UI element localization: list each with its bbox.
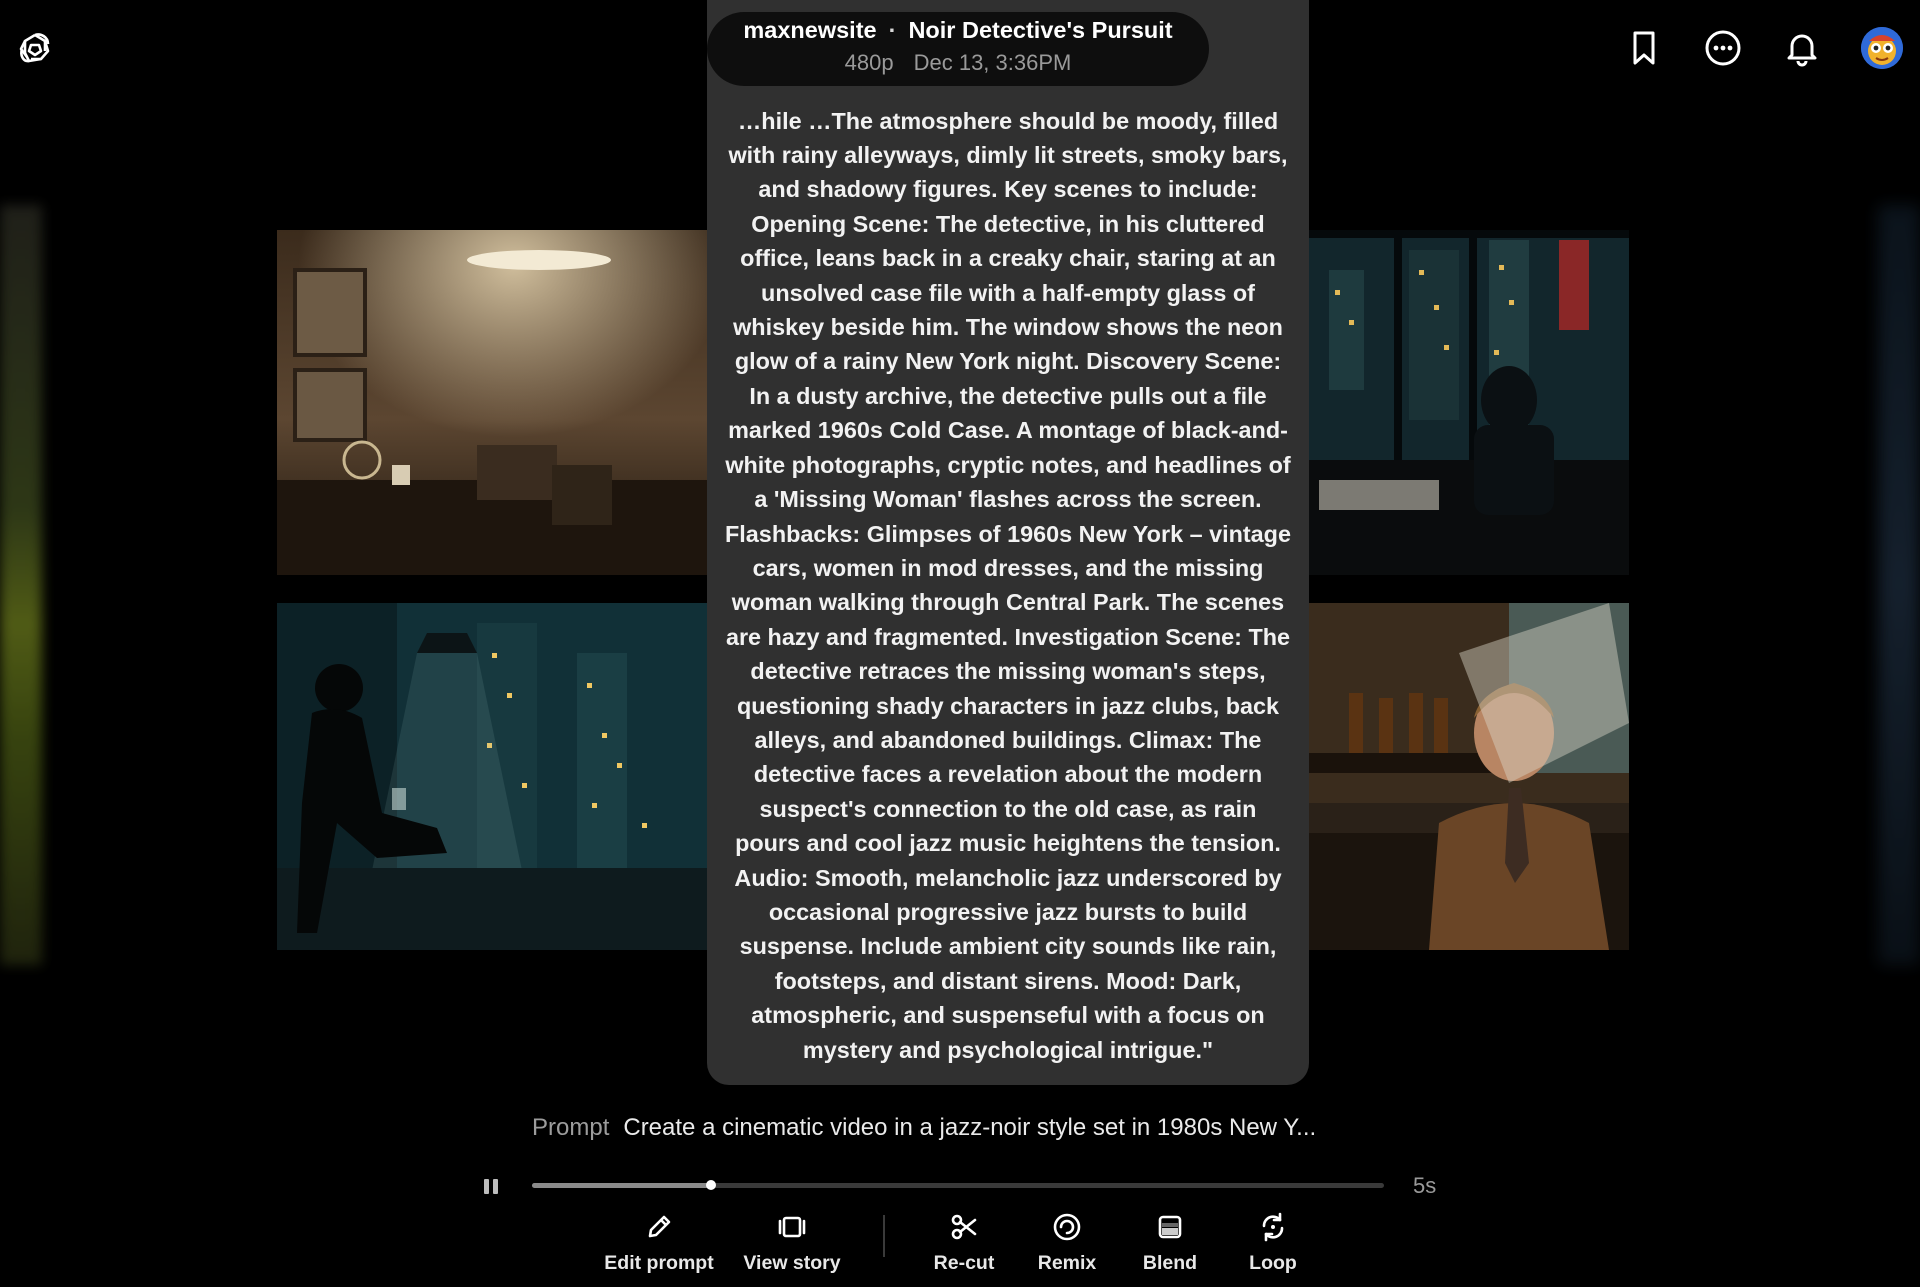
progress-fill <box>532 1183 711 1188</box>
pause-icon[interactable] <box>481 1176 501 1196</box>
author-name[interactable]: maxnewsite <box>743 17 876 43</box>
next-video-preview[interactable] <box>1878 205 1920 965</box>
video-title-pill[interactable]: maxnewsite · Noir Detective's Pursuit 480p… <box>707 12 1209 86</box>
view-story-button[interactable]: View story <box>727 1204 857 1275</box>
blend-icon <box>1158 1215 1182 1239</box>
loop-icon <box>1262 1212 1284 1242</box>
edit-prompt-button[interactable]: Edit prompt <box>594 1204 724 1275</box>
prompt-preview: Create a cinematic video in a jazz-noir … <box>623 1114 1317 1141</box>
avatar[interactable] <box>1861 27 1903 69</box>
bookmark-icon[interactable] <box>1624 28 1664 68</box>
remix-icon <box>1053 1213 1081 1241</box>
previous-video-preview[interactable] <box>0 205 42 965</box>
storyboard-frame-detective <box>1309 603 1629 950</box>
bell-icon[interactable] <box>1782 28 1822 68</box>
prompt-overlay[interactable]: …hile …The atmosphere should be moody, f… <box>707 0 1309 1085</box>
loop-button[interactable]: Loop <box>1208 1204 1338 1275</box>
video-date: Dec 13, 3:36PM <box>913 50 1072 75</box>
view-story-label: View story <box>743 1252 841 1274</box>
toolbar-divider <box>883 1215 885 1257</box>
storyboard-frame-silhouette <box>277 603 707 950</box>
pencil-icon <box>648 1215 671 1238</box>
edit-prompt-label: Edit prompt <box>604 1252 714 1274</box>
loop-label: Loop <box>1249 1252 1297 1274</box>
storyboard-frame-window <box>1309 230 1629 575</box>
prompt-label: Prompt <box>532 1114 610 1141</box>
video-title: Noir Detective's Pursuit <box>908 17 1173 43</box>
title-row: maxnewsite · Noir Detective's Pursuit <box>707 17 1209 44</box>
openai-logo-icon[interactable] <box>15 29 55 69</box>
prompt-summary[interactable]: Prompt Create a cinematic video in a jazz… <box>532 1114 1432 1142</box>
progress-scrubber[interactable] <box>532 1180 1384 1190</box>
video-resolution: 480p <box>844 50 894 75</box>
storyboard-frame-office <box>277 230 707 575</box>
video-meta: 480p Dec 13, 3:36PM <box>707 50 1209 76</box>
scrubber-handle[interactable] <box>705 1180 716 1190</box>
more-icon[interactable] <box>1703 28 1743 68</box>
storyboard-icon <box>778 1216 806 1238</box>
scissors-icon <box>951 1214 977 1240</box>
full-prompt-text: …hile …The atmosphere should be moody, f… <box>725 107 1291 1063</box>
video-duration: 5s <box>1413 1173 1437 1198</box>
title-separator: · <box>888 17 897 43</box>
